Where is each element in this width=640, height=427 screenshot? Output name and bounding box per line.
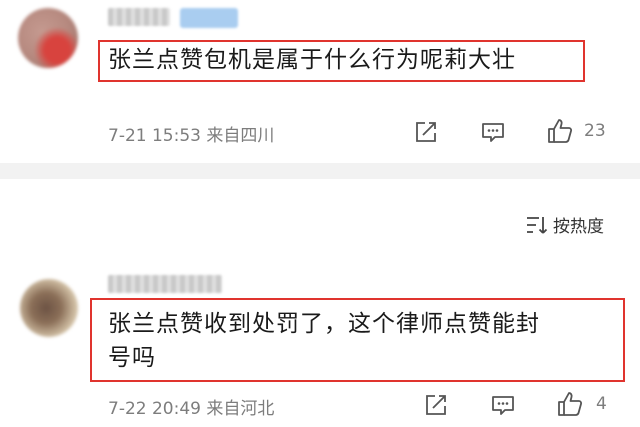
comment-text-line: 张兰点赞收到处罚了，这个律师点赞能封 — [108, 311, 540, 337]
section-divider — [0, 163, 640, 179]
comment-text-line: 号吗 — [108, 345, 156, 371]
sort-by-hot-button[interactable]: 按热度 — [525, 212, 604, 237]
comment-text: 张兰点赞包机是属于什么行为呢莉大壮 — [108, 47, 516, 73]
comment-icon[interactable] — [490, 392, 516, 418]
like-count: 4 — [596, 394, 607, 414]
thumbs-up-icon[interactable] — [546, 117, 574, 145]
avatar[interactable] — [20, 279, 78, 337]
comment-feed: 张兰点赞包机是属于什么行为呢莉大壮 7-21 15:53 来自四川 23 按热度 — [0, 0, 640, 427]
comment-meta: 7-21 15:53 来自四川 — [108, 126, 275, 146]
avatar[interactable] — [18, 8, 78, 68]
sort-icon — [527, 216, 548, 234]
sort-label: 按热度 — [553, 217, 604, 237]
like-count: 23 — [584, 121, 606, 141]
username-blurred[interactable] — [108, 275, 222, 293]
comment-text: 张兰点赞收到处罚了，这个律师点赞能封 号吗 — [108, 307, 608, 375]
share-icon[interactable] — [423, 392, 449, 418]
username-blurred[interactable] — [108, 8, 170, 26]
share-icon[interactable] — [413, 119, 439, 145]
user-badge-blurred — [180, 8, 238, 28]
comment-item: 张兰点赞包机是属于什么行为呢莉大壮 7-21 15:53 来自四川 23 — [0, 0, 640, 163]
comment-icon[interactable] — [480, 119, 506, 145]
thumbs-up-icon[interactable] — [556, 390, 584, 418]
comment-meta: 7-22 20:49 来自河北 — [108, 399, 275, 419]
